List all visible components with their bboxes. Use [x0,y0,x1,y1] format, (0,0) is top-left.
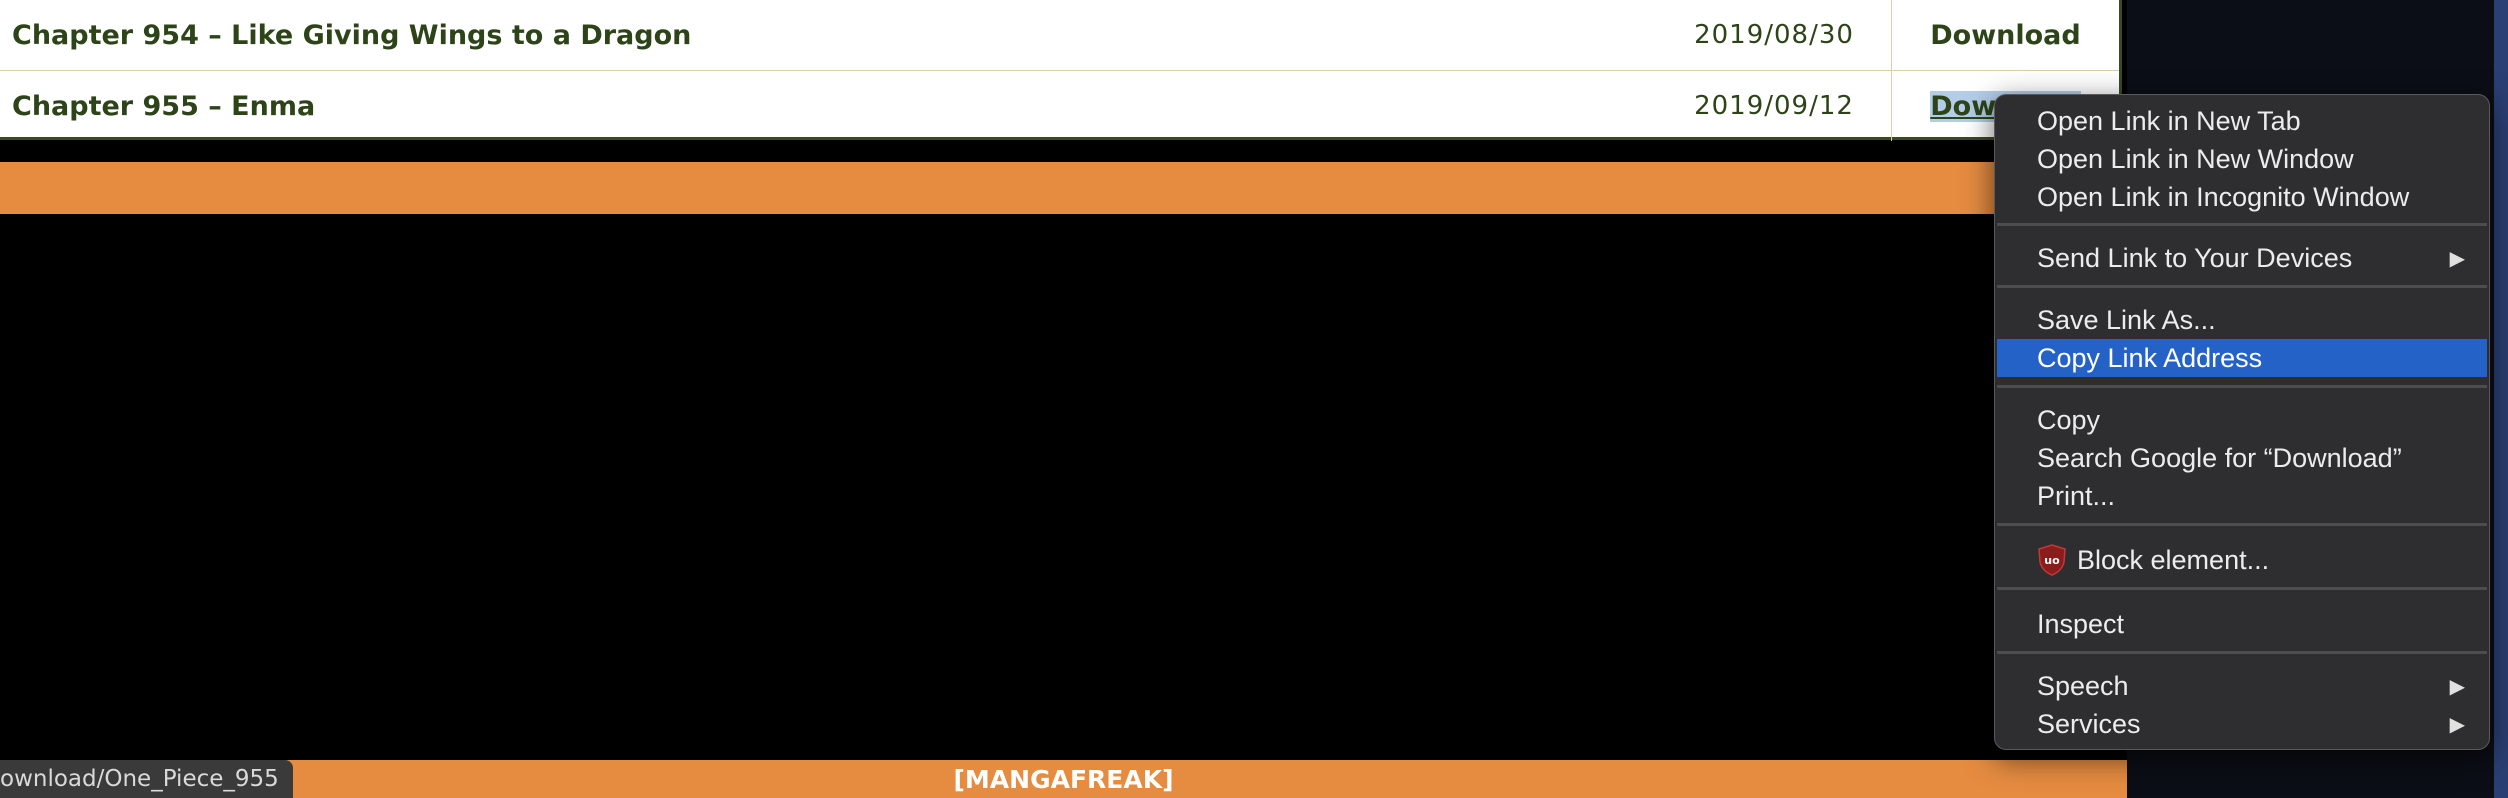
menu-separator [1997,651,2487,654]
menu-separator [1997,587,2487,590]
menu-separator [1997,223,2487,226]
submenu-arrow-icon: ▶ [2449,675,2465,698]
menu-item-label: Print... [2037,480,2116,511]
menu-item-label: Open Link in New Window [2037,143,2354,174]
menu-item-open-new-tab[interactable]: Open Link in New Tab [1997,102,2487,140]
desktop-edge [2494,0,2508,798]
menu-item-search-google[interactable]: Search Google for “Download” [1997,439,2487,477]
menu-item-label: Search Google for “Download” [2037,442,2402,473]
menu-separator [1997,385,2487,388]
status-bar-url: ownload/One_Piece_955 [0,760,293,798]
context-menu: Open Link in New Tab Open Link in New Wi… [1994,94,2490,750]
menu-item-label: Speech [2037,670,2129,701]
menu-item-label: Inspect [2037,608,2125,639]
menu-item-label: Open Link in Incognito Window [2037,181,2410,212]
chapter-title[interactable]: Chapter 954 – Like Giving Wings to a Dra… [12,0,691,70]
menu-item-label: Copy Link Address [2037,342,2263,373]
menu-item-label: Send Link to Your Devices [2037,242,2353,273]
menu-item-label: Save Link As... [2037,304,2216,335]
menu-separator [1997,523,2487,526]
footer-brand[interactable]: [MANGAFREAK] [0,760,2127,798]
ublock-shield-icon: uo [2037,544,2067,576]
menu-item-open-new-window[interactable]: Open Link in New Window [1997,140,2487,178]
menu-item-inspect[interactable]: Inspect [1997,605,2487,643]
menu-item-copy-link-address[interactable]: Copy Link Address [1997,339,2487,377]
menu-item-copy[interactable]: Copy [1997,401,2487,439]
menu-separator [1997,285,2487,288]
menu-item-label: Services [2037,708,2141,739]
menu-item-send-to-devices[interactable]: Send Link to Your Devices ▶ [1997,239,2487,277]
chapter-table: Chapter 954 – Like Giving Wings to a Dra… [0,0,2122,141]
menu-item-save-link-as[interactable]: Save Link As... [1997,301,2487,339]
manga-page: Chapter 954 – Like Giving Wings to a Dra… [0,0,2127,798]
menu-item-label: Block element... [2077,544,2270,575]
menu-item-label: Copy [2037,404,2101,435]
chapter-date: 2019/08/30 [1694,20,1854,50]
menu-item-speech[interactable]: Speech ▶ [1997,667,2487,705]
submenu-arrow-icon: ▶ [2449,713,2465,736]
download-link[interactable]: Download [1892,0,2119,70]
menu-item-block-element[interactable]: uo Block element... [1997,541,2487,579]
menu-item-label: Open Link in New Tab [2037,105,2301,136]
chapter-date: 2019/09/12 [1694,91,1854,121]
menu-item-print[interactable]: Print... [1997,477,2487,515]
download-link-label[interactable]: Download [1930,20,2080,51]
menu-item-services[interactable]: Services ▶ [1997,705,2487,743]
chapter-title[interactable]: Chapter 955 – Enma [12,71,315,141]
submenu-arrow-icon: ▶ [2449,247,2465,270]
orange-banner-top [0,162,2127,214]
svg-text:uo: uo [2044,554,2060,567]
table-row: Chapter 955 – Enma 2019/09/12 Download [0,71,2119,141]
menu-item-open-incognito[interactable]: Open Link in Incognito Window [1997,178,2487,216]
table-row: Chapter 954 – Like Giving Wings to a Dra… [0,0,2119,71]
